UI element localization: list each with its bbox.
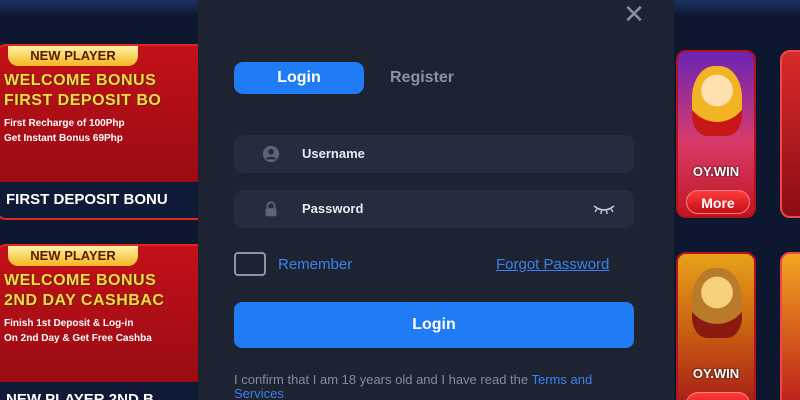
password-placeholder: Password	[302, 201, 364, 216]
eye-closed-icon[interactable]	[592, 202, 616, 216]
user-circle-icon	[262, 145, 280, 163]
game-card[interactable]: OY.WIN More	[676, 50, 756, 218]
forgot-password-link[interactable]: Forgot Password	[496, 256, 609, 273]
promo-footer: FIRST DEPOSIT BONU	[0, 182, 204, 218]
promo-card-cashback[interactable]: NEW PLAYER WELCOME BONUS 2ND DAY CASHBAC…	[0, 244, 206, 400]
remember-checkbox[interactable]	[234, 252, 266, 276]
promo-tag: NEW PLAYER	[8, 46, 138, 66]
close-icon[interactable]: ✕	[622, 1, 646, 27]
game-card-partial[interactable]	[780, 50, 800, 218]
promo-tag: NEW PLAYER	[8, 246, 138, 266]
promo-headline: WELCOME BONUS	[4, 72, 157, 89]
login-button[interactable]: Login	[234, 302, 634, 348]
game-mascot-image	[692, 268, 742, 338]
promo-headline: 2ND DAY CASHBAC	[4, 292, 165, 309]
terms-notice: I confirm that I am 18 years old and I h…	[234, 373, 644, 400]
tab-register[interactable]: Register	[390, 62, 472, 94]
promo-footer: NEW PLAYER 2ND B	[0, 382, 204, 400]
remember-label[interactable]: Remember	[278, 256, 352, 273]
game-card[interactable]: OY.WIN More	[676, 252, 756, 400]
promo-text: First Recharge of 100Php	[4, 118, 125, 129]
game-brand: OY.WIN	[692, 366, 740, 381]
more-button[interactable]: More	[686, 392, 750, 400]
username-placeholder: Username	[302, 146, 365, 161]
game-brand: OY.WIN	[692, 164, 740, 179]
promo-text: Finish 1st Deposit & Log-in	[4, 318, 134, 329]
game-mascot-image	[692, 66, 742, 136]
username-field[interactable]: Username	[234, 135, 634, 173]
game-card-partial[interactable]	[780, 252, 800, 400]
terms-text: I confirm that I am 18 years old and I h…	[234, 372, 529, 387]
login-modal: ✕ Login Register Username Password Remem…	[198, 0, 674, 400]
tab-login[interactable]: Login	[234, 62, 364, 94]
lock-icon	[265, 201, 277, 217]
more-button[interactable]: More	[686, 190, 750, 214]
promo-headline: WELCOME BONUS	[4, 272, 157, 289]
promo-text: On 2nd Day & Get Free Cashba	[4, 333, 152, 344]
promo-card-first-deposit[interactable]: NEW PLAYER WELCOME BONUS FIRST DEPOSIT B…	[0, 44, 206, 220]
password-field[interactable]: Password	[234, 190, 634, 228]
promo-text: Get Instant Bonus 69Php	[4, 133, 123, 144]
promo-headline: FIRST DEPOSIT BO	[4, 92, 162, 109]
